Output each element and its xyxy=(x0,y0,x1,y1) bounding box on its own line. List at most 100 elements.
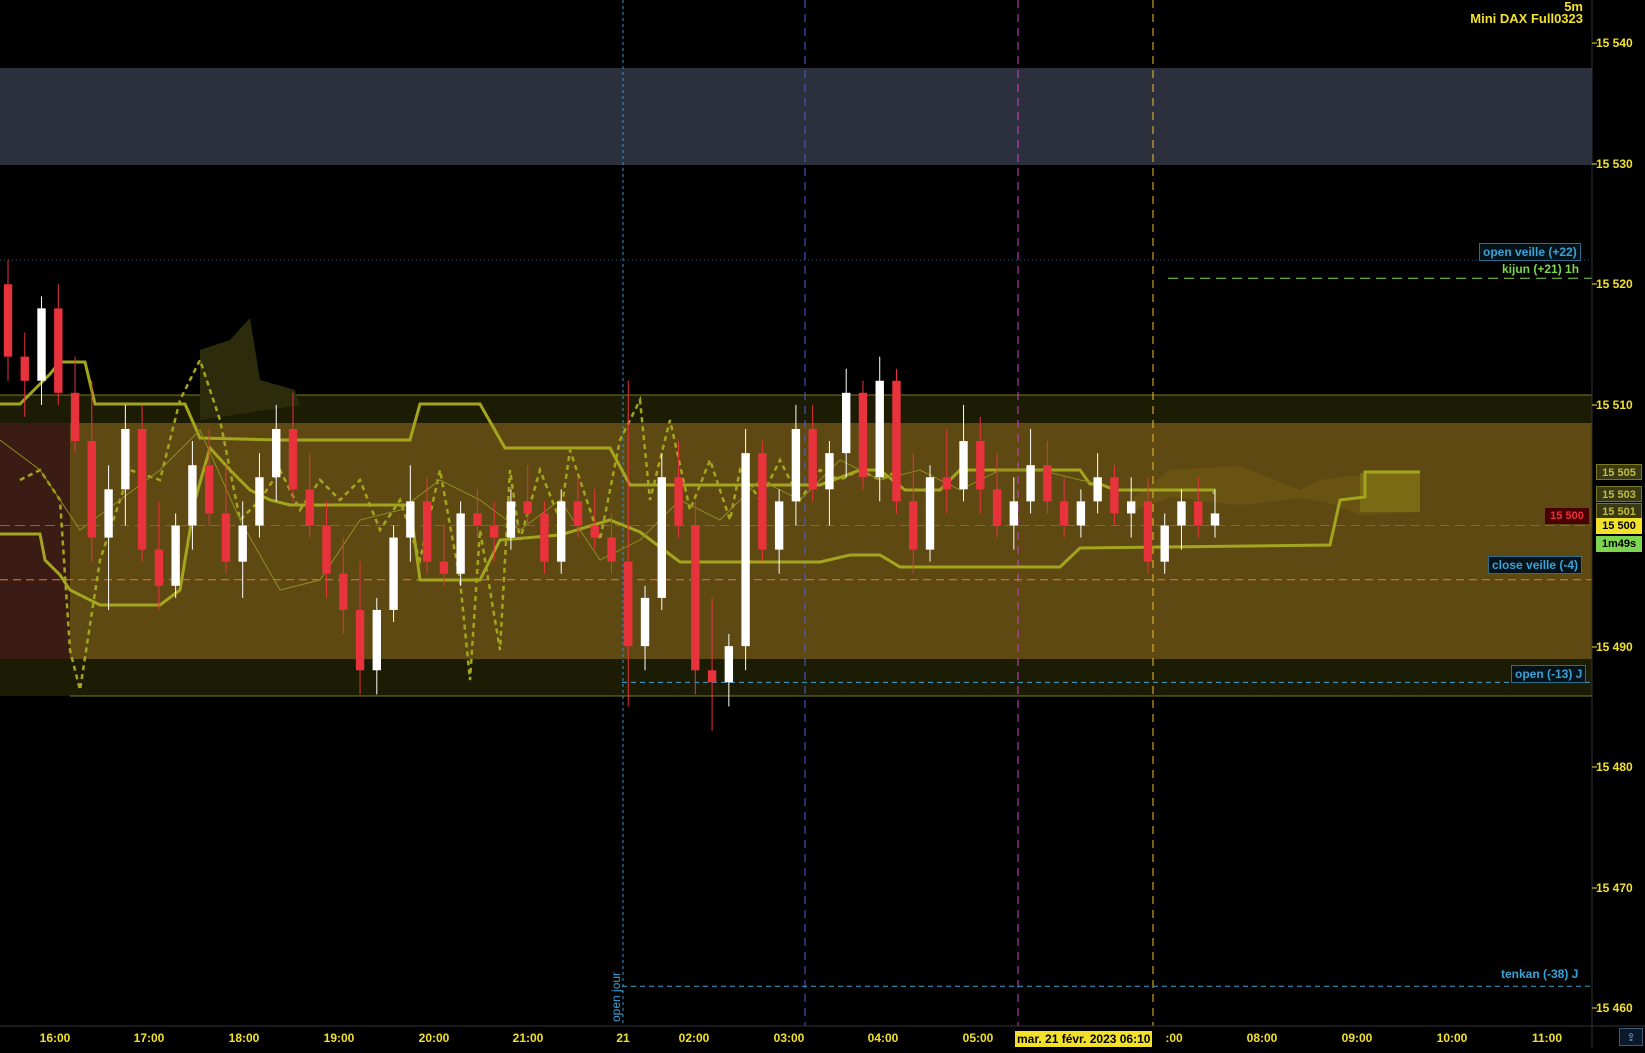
candle-body xyxy=(557,501,566,562)
candle-body xyxy=(1093,477,1102,502)
crosshair-date: mar. 21 févr. 2023 06:10 xyxy=(1015,1031,1153,1047)
candle-body xyxy=(322,525,331,574)
time-tick: 19:00 xyxy=(324,1031,355,1045)
candle-body xyxy=(959,441,968,490)
candle-body xyxy=(1076,501,1086,526)
candle-body xyxy=(657,477,666,598)
price-tick: 15 490 xyxy=(1596,640,1633,654)
ichimoku-price-label: 15 503 xyxy=(1596,486,1642,502)
candle-body xyxy=(624,561,633,647)
candle-body xyxy=(54,308,63,393)
time-tick: 21:00 xyxy=(513,1031,544,1045)
candle-body xyxy=(204,465,214,514)
candle-body xyxy=(707,670,717,683)
open-veille-tag[interactable]: open veille (+22) xyxy=(1479,243,1581,261)
candle-body xyxy=(473,513,482,526)
chart-canvas[interactable]: 15 540 15 530 15 520 15 510 15 490 15 48… xyxy=(0,0,1645,1048)
ichimoku-price-label: 15 505 xyxy=(1596,464,1642,480)
candle-timer: 1m49s xyxy=(1596,536,1642,552)
candle-body xyxy=(774,501,784,550)
time-tick: 20:00 xyxy=(419,1031,450,1045)
time-tick: 18:00 xyxy=(229,1031,260,1045)
time-tick: 11:00 xyxy=(1532,1031,1562,1045)
price-tick: 15 470 xyxy=(1596,881,1633,895)
kijun-1h-tag[interactable]: kijun (+21) 1h xyxy=(1499,261,1582,277)
candle-body xyxy=(1143,501,1153,562)
candle-body xyxy=(858,392,868,478)
candle-body xyxy=(37,308,46,381)
candle-body xyxy=(137,429,147,550)
candle-body xyxy=(1009,501,1019,526)
candle-body xyxy=(87,441,97,538)
candle-body xyxy=(741,453,750,647)
candle-body xyxy=(1059,501,1069,526)
resistance-zone xyxy=(0,68,1592,165)
time-tick: 08:00 xyxy=(1247,1031,1278,1045)
price-tick: 15 530 xyxy=(1596,157,1633,171)
trading-chart[interactable]: 15 540 15 530 15 520 15 510 15 490 15 48… xyxy=(0,0,1645,1048)
candle-body xyxy=(909,501,918,550)
price-tick: 15 510 xyxy=(1596,398,1633,412)
candle-body xyxy=(3,284,13,357)
candle-body xyxy=(640,597,650,647)
time-tick: 05:00 xyxy=(963,1031,994,1045)
open-j-tag[interactable]: open (-13) J xyxy=(1511,665,1587,683)
candle-body xyxy=(875,380,884,478)
candle-body xyxy=(20,356,29,381)
current-price-label: 15 500 xyxy=(1596,518,1642,534)
candle-body xyxy=(221,513,231,562)
candle-body xyxy=(791,429,801,502)
axis-settings-button[interactable]: ⇪ xyxy=(1619,1028,1643,1046)
candle-body xyxy=(892,380,901,502)
candle-body xyxy=(976,441,985,490)
time-tick: 21 xyxy=(616,1031,630,1045)
time-tick: 04:00 xyxy=(868,1031,899,1045)
alert-price-marker[interactable]: 15 500 xyxy=(1545,508,1589,524)
price-tick: 15 480 xyxy=(1596,760,1633,774)
candle-body xyxy=(573,501,583,526)
price-tick: 15 540 xyxy=(1596,36,1633,50)
candle-body xyxy=(422,501,432,562)
open-jour-label: open jour xyxy=(609,972,623,1022)
candle-body xyxy=(1210,513,1220,526)
candle-body xyxy=(372,609,381,671)
candle-body xyxy=(808,429,817,490)
candle-body xyxy=(154,549,164,586)
candle-body xyxy=(691,525,700,671)
candle-body xyxy=(674,477,683,526)
time-tick: 09:00 xyxy=(1342,1031,1373,1045)
candle-body xyxy=(724,646,734,683)
close-veille-tag[interactable]: close veille (-4) xyxy=(1488,556,1583,574)
price-tick: 15 460 xyxy=(1596,1001,1633,1015)
candle-body xyxy=(540,513,549,562)
candle-body xyxy=(272,429,281,478)
candle-body xyxy=(1026,465,1035,502)
candle-body xyxy=(523,501,532,514)
candle-body xyxy=(1126,501,1136,514)
range-zone-left xyxy=(0,423,70,659)
time-tick: 17:00 xyxy=(134,1031,165,1045)
tenkan-j-tag[interactable]: tenkan (-38) J xyxy=(1498,966,1581,982)
candle-body xyxy=(406,501,415,538)
instrument-title: Mini DAX Full0323 xyxy=(1470,11,1583,26)
candle-body xyxy=(825,453,834,490)
candle-body xyxy=(1177,501,1186,526)
candle-body xyxy=(842,392,851,454)
time-tick: 02:00 xyxy=(679,1031,710,1045)
candle-body xyxy=(489,525,499,538)
candle-body xyxy=(288,429,298,490)
candle-body xyxy=(1043,465,1052,502)
price-tick: 15 520 xyxy=(1596,277,1633,291)
candle-body xyxy=(942,477,951,490)
candle-body xyxy=(456,513,465,574)
candle-body xyxy=(389,537,398,610)
time-tick: 03:00 xyxy=(774,1031,805,1045)
candle-body xyxy=(992,489,1002,526)
candle-body xyxy=(104,489,113,538)
cloud-shape xyxy=(1360,473,1420,512)
ichimoku-price-label: 15 501 xyxy=(1596,503,1642,519)
candle-body xyxy=(305,489,314,526)
candle-body xyxy=(188,465,197,526)
candle-body xyxy=(255,477,264,526)
candle-body xyxy=(339,573,348,610)
